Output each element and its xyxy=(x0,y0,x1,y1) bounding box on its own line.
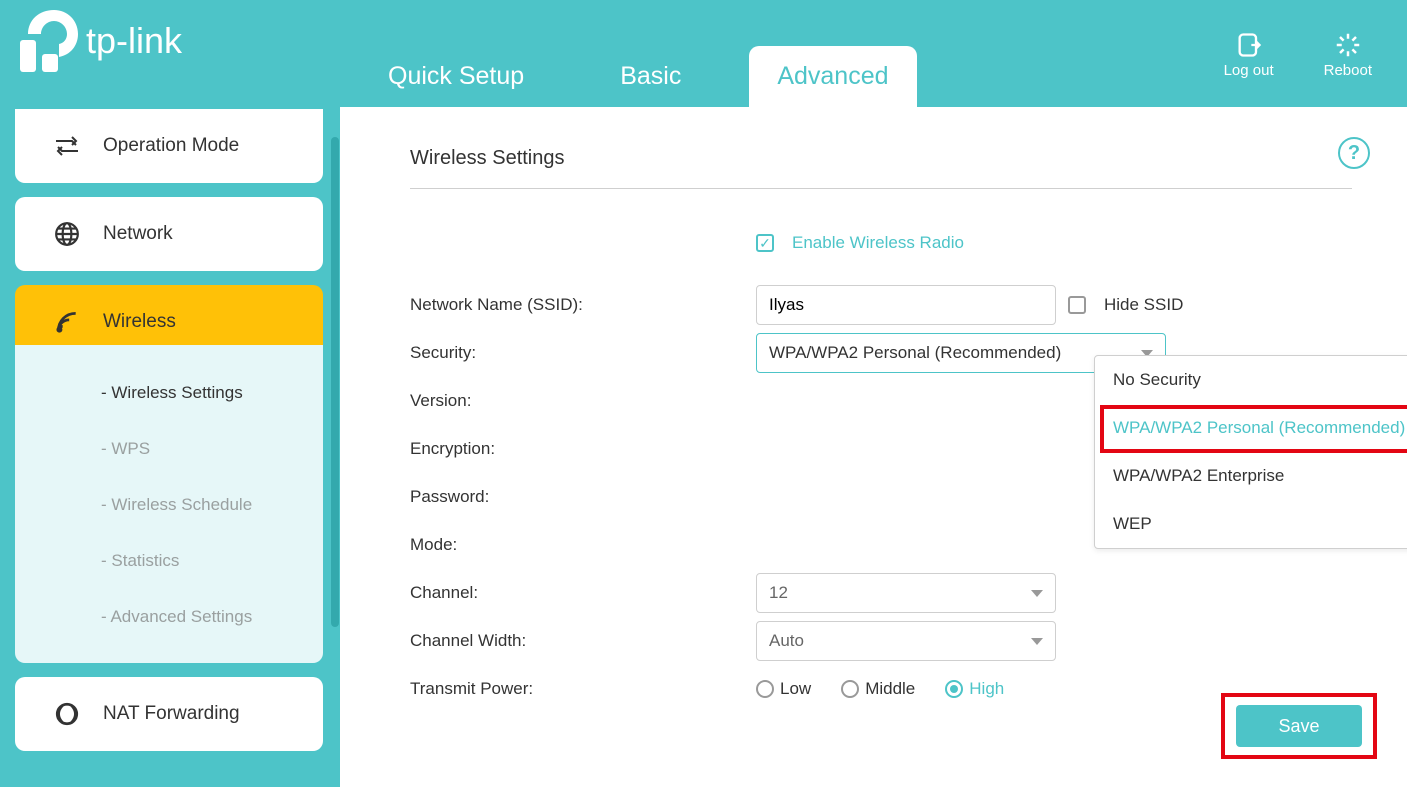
encryption-label: Encryption: xyxy=(410,439,756,459)
sidebar-submenu: - Wireless Settings - WPS - Wireless Sch… xyxy=(15,345,323,663)
logout-button[interactable]: Log out xyxy=(1224,28,1274,79)
sidebar-item-label: NAT Forwarding xyxy=(103,703,240,725)
section-title: Wireless Settings ? xyxy=(410,147,1352,189)
save-button[interactable]: Save xyxy=(1236,705,1362,747)
hide-ssid-label: Hide SSID xyxy=(1104,295,1183,315)
brand-name: tp-link xyxy=(86,20,182,62)
sidebar-item-label: Network xyxy=(103,223,173,245)
chevron-down-icon xyxy=(1031,638,1043,645)
chevron-down-icon xyxy=(1031,590,1043,597)
transmit-power-label: Transmit Power: xyxy=(410,679,756,699)
security-option-wpa-enterprise[interactable]: WPA/WPA2 Enterprise xyxy=(1095,452,1407,500)
header: tp-link Quick Setup Basic Advanced Log o… xyxy=(0,0,1407,107)
logout-icon xyxy=(1235,28,1263,62)
brand-logo: tp-link xyxy=(20,10,182,72)
wifi-icon xyxy=(53,309,81,335)
password-label: Password: xyxy=(410,487,756,507)
sidebar-group-wireless: Wireless - Wireless Settings - WPS - Wir… xyxy=(15,285,323,663)
channel-select[interactable]: 12 xyxy=(756,573,1056,613)
subnav-advanced-settings[interactable]: - Advanced Settings xyxy=(15,589,323,645)
mode-label: Mode: xyxy=(410,535,756,555)
reboot-icon xyxy=(1333,28,1363,62)
sidebar-item-label: Operation Mode xyxy=(103,135,239,157)
tab-advanced[interactable]: Advanced xyxy=(749,46,916,107)
sidebar-item-label: Wireless xyxy=(103,311,176,333)
security-option-wpa-personal[interactable]: WPA/WPA2 Personal (Recommended) xyxy=(1095,404,1407,452)
sidebar-item-operation-mode[interactable]: Operation Mode xyxy=(15,109,323,183)
nat-icon xyxy=(53,701,81,727)
power-low-radio[interactable] xyxy=(756,680,774,698)
enable-wireless-checkbox[interactable]: ✓ xyxy=(756,234,774,252)
page-title: Wireless Settings xyxy=(410,147,565,169)
header-actions: Log out Reboot xyxy=(1224,28,1372,79)
sidebar-wrap: Operation Mode Network Wireless - Wirele… xyxy=(0,107,340,787)
sidebar-item-network[interactable]: Network xyxy=(15,197,323,271)
enable-wireless-label: Enable Wireless Radio xyxy=(792,233,964,253)
ssid-input[interactable] xyxy=(756,285,1056,325)
security-option-none[interactable]: No Security xyxy=(1095,356,1407,404)
reboot-button[interactable]: Reboot xyxy=(1324,28,1372,79)
operation-mode-icon xyxy=(53,135,81,157)
scrollbar-thumb[interactable] xyxy=(331,137,339,627)
channel-width-label: Channel Width: xyxy=(410,631,756,651)
content-panel: Wireless Settings ? ✓ Enable Wireless Ra… xyxy=(340,107,1407,787)
channel-label: Channel: xyxy=(410,583,756,603)
subnav-wireless-schedule[interactable]: - Wireless Schedule xyxy=(15,477,323,533)
power-middle-radio[interactable] xyxy=(841,680,859,698)
sidebar-scrollbar[interactable] xyxy=(330,107,340,787)
subnav-statistics[interactable]: - Statistics xyxy=(15,533,323,589)
ssid-label: Network Name (SSID): xyxy=(410,295,756,315)
security-option-wep[interactable]: WEP xyxy=(1095,500,1407,548)
power-high-radio[interactable] xyxy=(945,680,963,698)
hide-ssid-checkbox[interactable]: ✓ xyxy=(1068,296,1086,314)
version-label: Version: xyxy=(410,391,756,411)
tplink-logo-icon xyxy=(20,10,78,72)
globe-icon xyxy=(53,221,81,247)
subnav-wps[interactable]: - WPS xyxy=(15,421,323,477)
sidebar: Operation Mode Network Wireless - Wirele… xyxy=(15,107,323,751)
tab-basic[interactable]: Basic xyxy=(592,46,709,107)
channel-width-select[interactable]: Auto xyxy=(756,621,1056,661)
subnav-wireless-settings[interactable]: - Wireless Settings xyxy=(15,365,323,421)
security-label: Security: xyxy=(410,343,756,363)
tab-quick-setup[interactable]: Quick Setup xyxy=(360,46,552,107)
sidebar-item-nat-forwarding[interactable]: NAT Forwarding xyxy=(15,677,323,751)
help-icon[interactable]: ? xyxy=(1338,137,1370,169)
main-tabs: Quick Setup Basic Advanced xyxy=(360,0,917,107)
body: Operation Mode Network Wireless - Wirele… xyxy=(0,107,1407,787)
security-dropdown: No Security WPA/WPA2 Personal (Recommend… xyxy=(1094,355,1407,549)
